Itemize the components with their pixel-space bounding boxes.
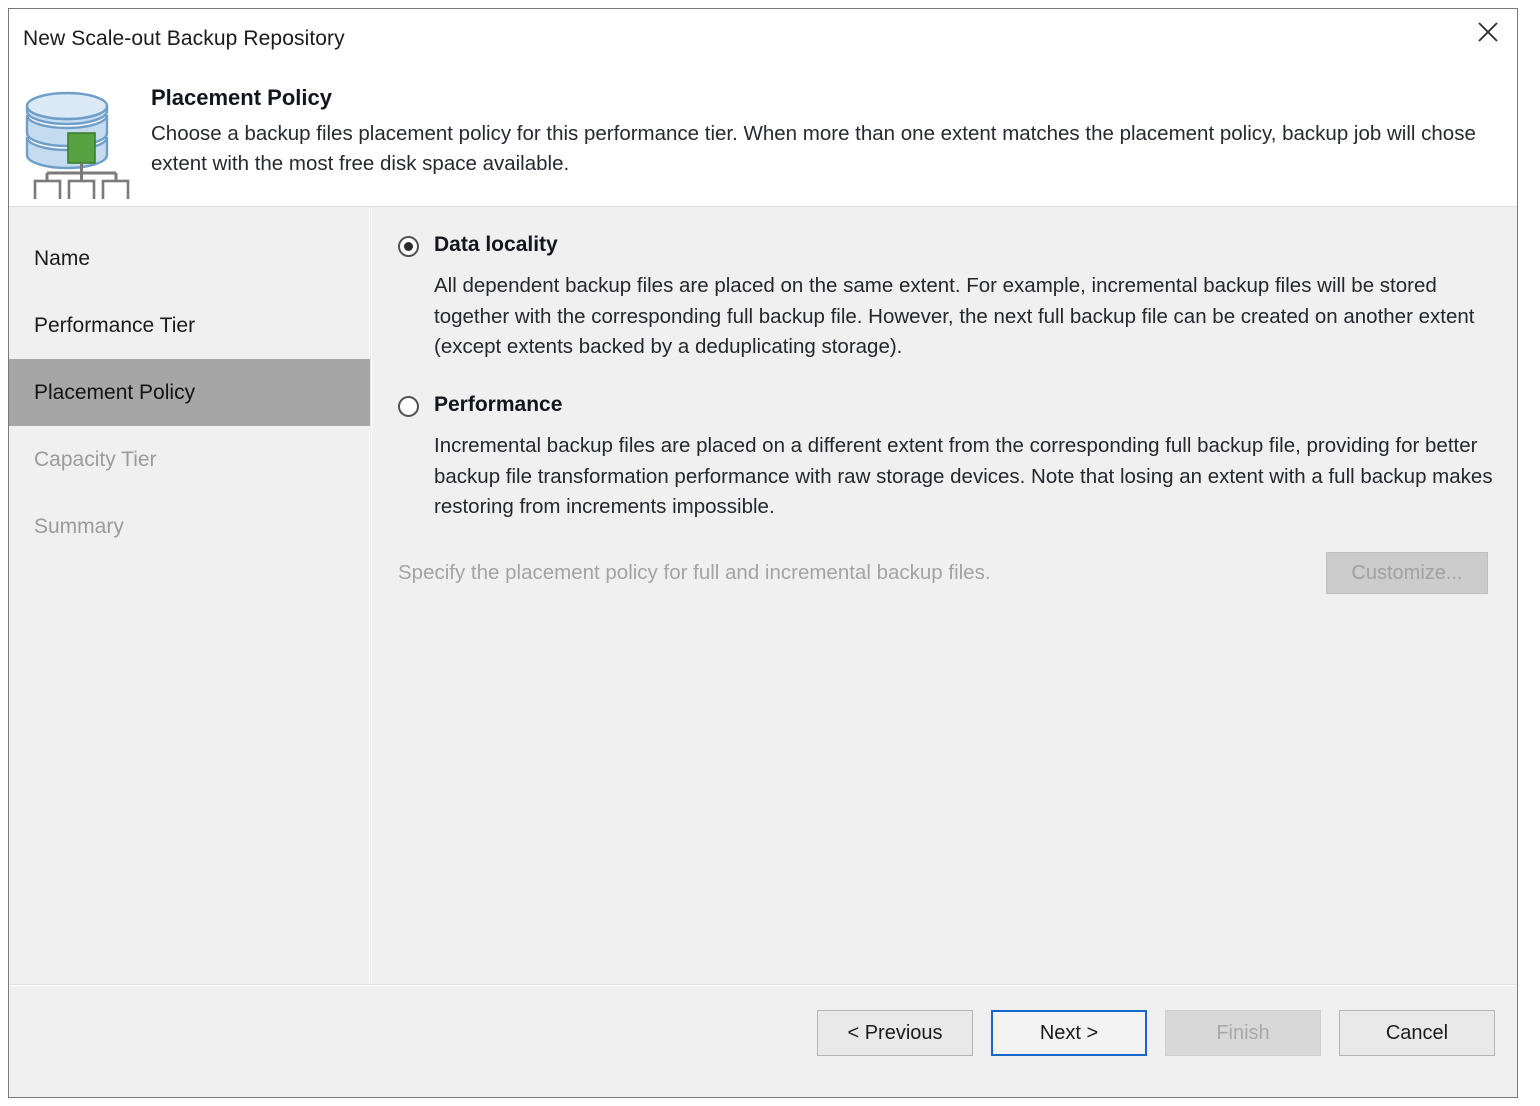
option-data-locality: Data locality All dependent backup files… xyxy=(398,233,1488,363)
sidebar-item-label: Capacity Tier xyxy=(34,447,157,471)
footer-button-group: < Previous Next > Finish Cancel xyxy=(817,1010,1495,1056)
sidebar-item-label: Performance Tier xyxy=(34,313,196,337)
page-description: Choose a backup files placement policy f… xyxy=(151,122,1476,175)
sidebar-item-label: Placement Policy xyxy=(34,380,196,404)
customize-hint-text: Specify the placement policy for full an… xyxy=(398,561,991,584)
finish-button[interactable]: Finish xyxy=(1165,1010,1321,1056)
title-bar: New Scale-out Backup Repository xyxy=(9,9,1517,61)
page-title: Placement Policy xyxy=(151,85,332,110)
sidebar-item-capacity-tier[interactable]: Capacity Tier xyxy=(9,426,370,493)
window-title: New Scale-out Backup Repository xyxy=(23,27,345,50)
main-content: Data locality All dependent backup files… xyxy=(371,207,1517,984)
customize-row: Specify the placement policy for full an… xyxy=(398,552,1488,594)
dialog-window: New Scale-out Backup Repository Placemen… xyxy=(8,8,1518,1098)
option-description-data-locality: All dependent backup files are placed on… xyxy=(434,274,1475,358)
close-icon xyxy=(1477,21,1499,43)
option-label-performance: Performance xyxy=(434,393,563,416)
sidebar-item-summary[interactable]: Summary xyxy=(9,493,370,560)
radio-performance[interactable] xyxy=(398,396,419,417)
wizard-header: Placement Policy Choose a backup files p… xyxy=(9,61,1517,207)
close-button[interactable] xyxy=(1459,9,1517,55)
sidebar-item-label: Name xyxy=(34,246,91,270)
next-button[interactable]: Next > xyxy=(991,1010,1147,1056)
cancel-button[interactable]: Cancel xyxy=(1339,1010,1495,1056)
option-label-data-locality: Data locality xyxy=(434,233,558,256)
option-description-performance: Incremental backup files are placed on a… xyxy=(434,434,1493,518)
previous-button[interactable]: < Previous xyxy=(817,1010,973,1056)
dialog-footer: < Previous Next > Finish Cancel xyxy=(9,984,1517,1097)
sidebar-item-name[interactable]: Name xyxy=(9,225,370,292)
dialog-body: Name Performance Tier Placement Policy C… xyxy=(9,207,1517,984)
option-header-performance[interactable]: Performance xyxy=(398,393,1488,423)
customize-button[interactable]: Customize... xyxy=(1326,552,1488,594)
sidebar-item-placement-policy[interactable]: Placement Policy xyxy=(9,359,370,426)
option-header-data-locality[interactable]: Data locality xyxy=(398,233,1488,263)
option-performance: Performance Incremental backup files are… xyxy=(398,393,1493,523)
wizard-steps-sidebar: Name Performance Tier Placement Policy C… xyxy=(9,207,371,984)
scale-out-repository-icon xyxy=(17,89,137,205)
sidebar-item-label: Summary xyxy=(34,514,124,538)
radio-data-locality[interactable] xyxy=(398,236,419,257)
sidebar-item-performance-tier[interactable]: Performance Tier xyxy=(9,292,370,359)
